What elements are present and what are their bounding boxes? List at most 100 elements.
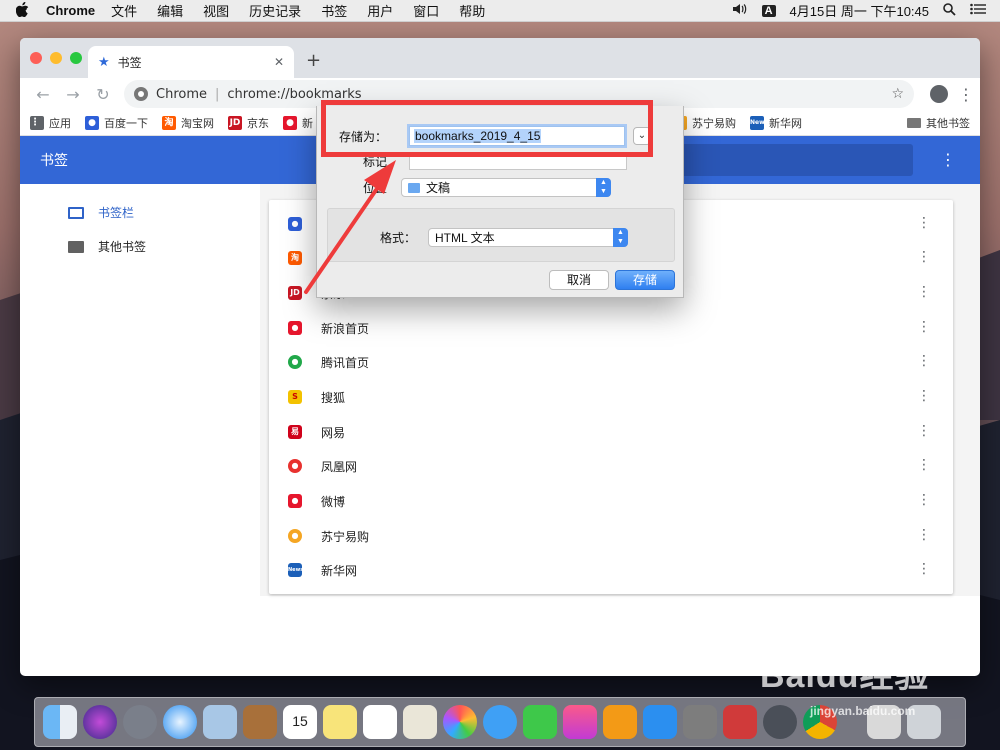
more-actions-icon[interactable]: ⋮ — [917, 388, 931, 404]
system-preferences-gear-icon[interactable] — [683, 705, 717, 739]
bookmarks-menu-icon[interactable]: ⋮ — [940, 150, 956, 169]
bookmark-star-icon[interactable]: ☆ — [891, 86, 904, 102]
profile-avatar[interactable] — [930, 85, 948, 103]
list-item[interactable]: 易 网易 ⋮ — [269, 415, 953, 449]
spotlight-search-icon[interactable] — [943, 2, 956, 19]
volume-icon[interactable] — [732, 3, 748, 18]
more-actions-icon[interactable]: ⋮ — [917, 249, 931, 265]
itunes-music-icon[interactable] — [563, 705, 597, 739]
bookmark-label: 新 — [302, 116, 313, 130]
more-actions-icon[interactable]: ⋮ — [917, 353, 931, 369]
bookmark-taobao[interactable]: 淘 淘宝网 — [162, 115, 214, 131]
parallels-icon[interactable] — [723, 705, 757, 739]
quicktime-icon[interactable] — [763, 705, 797, 739]
format-select[interactable]: HTML 文本 ▲ ▼ — [428, 228, 629, 247]
menu-edit[interactable]: 编辑 — [157, 1, 183, 20]
bookmark-label: 京东 — [247, 116, 269, 130]
bookmark-xinhua[interactable]: News 新华网 — [750, 115, 802, 131]
mail-icon[interactable] — [203, 705, 237, 739]
menu-view[interactable]: 视图 — [203, 1, 229, 20]
chrome-menu-icon[interactable]: ⋮ — [958, 85, 974, 104]
more-actions-icon[interactable]: ⋮ — [917, 457, 931, 473]
menu-window[interactable]: 窗口 — [413, 1, 439, 20]
suning-icon: ● — [288, 529, 302, 543]
reminders-icon[interactable] — [363, 705, 397, 739]
format-label: 格式： — [380, 231, 417, 245]
menu-file[interactable]: 文件 — [111, 1, 137, 20]
more-actions-icon[interactable]: ⋮ — [917, 527, 931, 543]
bookmarks-search-input[interactable] — [670, 144, 913, 176]
calendar-icon[interactable]: 15 — [283, 705, 317, 739]
menubar-app-name[interactable]: Chrome — [46, 3, 95, 18]
close-tab-icon[interactable]: ✕ — [274, 55, 284, 69]
input-method-indicator[interactable]: A — [761, 4, 776, 17]
reload-button[interactable]: ↻ — [88, 85, 118, 104]
minimize-window-button[interactable] — [50, 52, 62, 64]
list-item[interactable]: ● 苏宁易购 ⋮ — [269, 519, 953, 553]
location-select[interactable]: 文稿 ▲ ▼ — [401, 178, 611, 197]
more-actions-icon[interactable]: ⋮ — [917, 284, 931, 300]
back-button[interactable]: ← — [28, 85, 58, 104]
more-actions-icon[interactable]: ⋮ — [917, 319, 931, 335]
maps-icon[interactable] — [403, 705, 437, 739]
bookmark-sina[interactable]: ● 新 — [283, 115, 313, 131]
menu-bookmarks[interactable]: 书签 — [321, 1, 347, 20]
page-title: 书签 — [40, 153, 68, 169]
sohu-icon: S — [288, 390, 302, 404]
notification-center-icon[interactable] — [970, 3, 986, 18]
photos-icon[interactable] — [443, 705, 477, 739]
ibooks-icon[interactable] — [603, 705, 637, 739]
bookmark-label: 苏宁易购 — [692, 116, 736, 130]
close-window-button[interactable] — [30, 52, 42, 64]
menu-history[interactable]: 历史记录 — [249, 1, 301, 20]
zoom-window-button[interactable] — [70, 52, 82, 64]
format-panel: 格式： HTML 文本 ▲ ▼ — [327, 208, 675, 262]
watermark-brand: Baidu经验 — [760, 657, 930, 695]
more-actions-icon[interactable]: ⋮ — [917, 492, 931, 508]
safari-compass-icon[interactable] — [163, 705, 197, 739]
finder-icon[interactable] — [43, 705, 77, 739]
messages-icon[interactable] — [483, 705, 517, 739]
bookmark-jd[interactable]: JD 京东 — [228, 115, 269, 131]
xinhua-news-icon: News — [288, 563, 303, 577]
menu-people[interactable]: 用户 — [367, 1, 393, 20]
forward-button[interactable]: → — [58, 85, 88, 104]
bookmark-baidu[interactable]: ● 百度一下 — [85, 115, 148, 131]
address-origin: Chrome — [156, 86, 207, 102]
more-actions-icon[interactable]: ⋮ — [917, 423, 931, 439]
app-store-icon[interactable] — [643, 705, 677, 739]
sidebar-item-bookmarks-bar[interactable]: 书签栏 — [68, 204, 134, 221]
apple-icon[interactable] — [15, 1, 32, 20]
launchpad-rocket-icon[interactable] — [123, 705, 157, 739]
menu-help[interactable]: 帮助 — [459, 1, 485, 20]
tab-bookmarks[interactable]: ★ 书签 ✕ — [88, 46, 294, 78]
more-actions-icon[interactable]: ⋮ — [917, 215, 931, 231]
list-item[interactable]: News 新华网 ⋮ — [269, 553, 953, 587]
list-item[interactable]: S 搜狐 ⋮ — [269, 380, 953, 414]
chrome-logo-icon — [134, 87, 148, 101]
notes-icon[interactable] — [323, 705, 357, 739]
sidebar-item-other-bookmarks[interactable]: 其他书签 — [68, 238, 146, 255]
list-item[interactable]: ● 腾讯首页 ⋮ — [269, 345, 953, 379]
facetime-icon[interactable] — [523, 705, 557, 739]
other-bookmarks[interactable]: 其他书签 — [907, 115, 970, 131]
bookmark-label: 淘宝网 — [181, 116, 214, 130]
weibo-icon: ● — [288, 494, 302, 508]
bookmark-name: 腾讯首页 — [321, 355, 370, 370]
folder-open-icon — [68, 206, 84, 219]
annotation-highlight-box — [321, 100, 653, 157]
new-tab-button[interactable]: + — [306, 50, 321, 71]
more-actions-icon[interactable]: ⋮ — [917, 561, 931, 577]
cancel-button[interactable]: 取消 — [549, 270, 609, 290]
siri-icon[interactable] — [83, 705, 117, 739]
popup-arrows-icon: ▲ ▼ — [613, 228, 629, 247]
bookmark-apps[interactable]: ⋮⋮ 应用 — [30, 115, 71, 131]
folder-icon — [907, 117, 921, 128]
list-item[interactable]: ● 新浪首页 ⋮ — [269, 311, 953, 345]
contacts-icon[interactable] — [243, 705, 277, 739]
list-item[interactable]: ● 微博 ⋮ — [269, 484, 953, 518]
list-item[interactable]: ● 凤凰网 ⋮ — [269, 449, 953, 483]
menubar-clock[interactable]: 4月15日 周一 下午10:45 — [790, 1, 929, 20]
save-button[interactable]: 存储 — [615, 270, 675, 290]
bookmark-name: 苏宁易购 — [321, 529, 370, 544]
